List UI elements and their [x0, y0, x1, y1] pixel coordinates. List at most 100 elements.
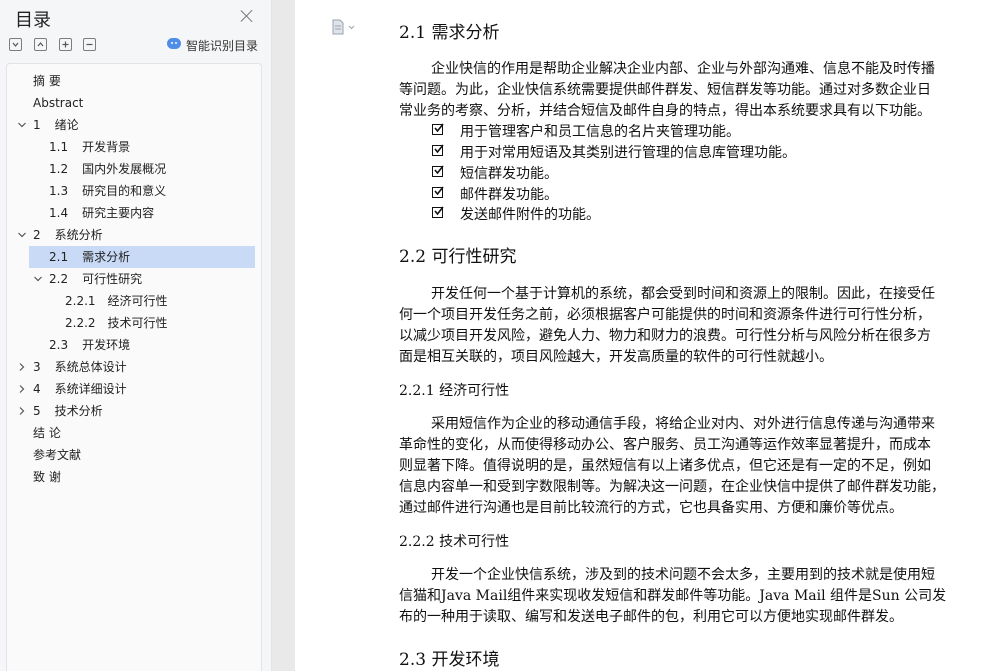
toc-item-label: 研究主要内容 — [82, 206, 155, 220]
paragraph-line: 企业快信的作用是帮助企业解决企业内部、企业与外部沟通难、信息不能及时传播 — [431, 61, 935, 77]
paragraph-line: 信息内容单一和受到字数限制等。为解决这一问题，在企业快信中提供了邮件群发功能， — [399, 479, 945, 495]
toc-item[interactable]: 致 谢 — [7, 466, 257, 488]
toc-item-number: 2.1 — [49, 250, 69, 264]
toc-item[interactable]: 参考文献 — [7, 444, 257, 466]
chevron-right-icon[interactable] — [17, 362, 27, 372]
expand-all-icon[interactable] — [9, 38, 22, 51]
list-item-text: 用于管理客户和员工信息的名片夹管理功能。 — [460, 124, 740, 140]
toc-item-label: 致 谢 — [33, 470, 61, 484]
paragraph-line: 信猫和Java Mail组件来实现收发短信和群发邮件等功能。Java Mail … — [399, 588, 947, 604]
list-item-text: 短信群发功能。 — [460, 166, 558, 182]
toc-item[interactable]: 2.1 需求分析 — [29, 246, 255, 268]
checkbox-bullet-icon — [432, 206, 444, 218]
toc-item[interactable]: 结 论 — [7, 422, 257, 444]
paragraph-line: 开发任何一个基于计算机的系统，都会受到时间和资源上的限制。因此，在接受任 — [431, 286, 935, 302]
toc-item-number: 3 — [33, 360, 41, 374]
toc-item[interactable]: 1.3 研究目的和意义 — [7, 180, 257, 202]
collapse-all-icon[interactable] — [34, 38, 47, 51]
robot-icon — [167, 38, 181, 49]
toc-item-number: 4 — [33, 382, 41, 396]
paragraph-line: 革命性的变化，从而使得移动办公、客户服务、员工沟通等运作效率显著提升，而成本 — [399, 437, 931, 453]
heading-2-1: 2.1 需求分析 — [399, 23, 500, 43]
toc-item-label: 结 论 — [33, 426, 61, 440]
toc-item[interactable]: 3 系统总体设计 — [7, 356, 257, 378]
toc-item-label: 绪论 — [54, 118, 79, 132]
toc-item-number: 2.2.2 — [65, 316, 96, 330]
remove-heading-icon[interactable] — [83, 38, 96, 51]
toc-item-label: 经济可行性 — [107, 294, 168, 308]
toc-item[interactable]: 2.2 可行性研究 — [7, 268, 257, 290]
toc-item-label: 开发环境 — [82, 338, 131, 352]
toc-item[interactable]: 4 系统详细设计 — [7, 378, 257, 400]
paragraph-line: 通过邮件进行沟通也是目前比较流行的方式，它也具备实用、方便和廉价等优点。 — [399, 500, 903, 516]
paragraph-line: 采用短信作为企业的移动通信手段，将给企业对内、对外进行信息传递与沟通带来 — [431, 416, 935, 432]
toc-item[interactable]: 1.1 开发背景 — [7, 136, 257, 158]
checkbox-bullet-icon — [432, 144, 444, 156]
nav-title: 目录 — [15, 10, 51, 31]
toc-item[interactable]: 2.2.1 经济可行性 — [7, 290, 257, 312]
toc-item[interactable]: 5 技术分析 — [7, 400, 257, 422]
toc-item[interactable]: 2.3 开发环境 — [7, 334, 257, 356]
checkbox-bullet-icon — [432, 165, 444, 177]
chevron-right-icon[interactable] — [17, 384, 27, 394]
toc-item-label: 研究目的和意义 — [82, 184, 167, 198]
toc-item[interactable]: 1.2 国内外发展概况 — [7, 158, 257, 180]
checkbox-bullet-icon — [432, 123, 444, 135]
toc-item-number: 2 — [33, 228, 41, 242]
toc-item-label: 参考文献 — [33, 448, 82, 462]
toc-item-label: 系统分析 — [54, 228, 103, 242]
toc-item[interactable]: 2 系统分析 — [7, 224, 257, 246]
checkbox-bullet-icon — [432, 186, 444, 198]
chevron-right-icon[interactable] — [17, 406, 27, 416]
toc-item-label: 摘 要 — [33, 74, 61, 88]
toc-item-label: 技术可行性 — [107, 316, 168, 330]
close-icon[interactable] — [240, 9, 254, 23]
document-icon[interactable] — [332, 19, 355, 35]
heading-2-3: 2.3 开发环境 — [399, 650, 500, 670]
toc-item-label: 技术分析 — [54, 404, 103, 418]
heading-2-2: 2.2 可行性研究 — [399, 247, 517, 267]
chevron-down-icon[interactable] — [17, 120, 27, 130]
toc-item-label: 系统详细设计 — [54, 382, 127, 396]
chevron-down-icon[interactable] — [33, 274, 43, 284]
app-window: 目录 智能识别目录 摘 要 Abstract 1 绪论 1.1 开发背景 1.2 国内外发展概… — [0, 0, 995, 671]
toc-item-number: 2.2 — [49, 272, 69, 286]
list-item-text: 用于对常用短语及其类别进行管理的信息库管理功能。 — [460, 145, 796, 161]
toc-item-number: 1.3 — [49, 184, 69, 198]
heading-2-2-2: 2.2.2 技术可行性 — [399, 534, 510, 550]
toc-item-label: 国内外发展概况 — [82, 162, 167, 176]
toc-item-label: 开发背景 — [82, 140, 131, 154]
toc-item[interactable]: 2.2.2 技术可行性 — [7, 312, 257, 334]
toc-item-label: 需求分析 — [82, 250, 131, 264]
toc-item-number: 1 — [33, 118, 41, 132]
paragraph-line: 则显著下降。值得说明的是，虽然短信有以上诸多优点，但它还是有一定的不足，例如 — [399, 458, 931, 474]
toc-item[interactable]: 摘 要 — [7, 70, 257, 92]
paragraph-line: 常业务的考察、分析，并结合短信及邮件自身的特点，得出本系统要求具有以下功能。 — [399, 103, 931, 119]
chevron-down-icon[interactable] — [17, 230, 27, 240]
paragraph-line: 开发一个企业快信系统，涉及到的技术问题不会太多，主要用到的技术就是使用短 — [431, 567, 935, 583]
toc-item[interactable]: Abstract — [7, 92, 257, 114]
toc-item-number: 2.2.1 — [65, 294, 96, 308]
toc-item-label: 可行性研究 — [82, 272, 143, 286]
navigation-pane: 目录 智能识别目录 摘 要 Abstract 1 绪论 1.1 开发背景 1.2 国内外发展概… — [0, 0, 272, 671]
paragraph-line: 何一个项目开发任务之前，必须根据客户可能提供的时间和资源条件进行可行性分析， — [399, 307, 931, 323]
toc-item-number: 1.1 — [49, 140, 69, 154]
paragraph-line: 以减少项目开发风险，避免人力、物力和财力的浪费。可行性分析与风险分析在很多方 — [399, 328, 931, 344]
toc-item-label: Abstract — [33, 96, 84, 110]
toc-item-label: 系统总体设计 — [54, 360, 127, 374]
heading-2-2-1: 2.2.1 经济可行性 — [399, 383, 510, 399]
toc-item[interactable]: 1.4 研究主要内容 — [7, 202, 257, 224]
toc-item-number: 2.3 — [49, 338, 69, 352]
toc-item-number: 1.4 — [49, 206, 69, 220]
toc-item-number: 5 — [33, 404, 41, 418]
add-heading-icon[interactable] — [59, 38, 72, 51]
paragraph-line: 布的一种用于读取、编写和发送电子邮件的包，利用它可以方便地实现邮件群发。 — [399, 609, 903, 625]
paragraph-line: 面是相互关联的，项目风险越大，开发高质量的软件的可行性就越小。 — [399, 349, 833, 365]
toc-item[interactable]: 1 绪论 — [7, 114, 257, 136]
paragraph-line: 等问题。为此，企业快信系统需要提供邮件群发、短信群发等功能。通过对多数企业日 — [399, 82, 931, 98]
toc-tree: 摘 要 Abstract 1 绪论 1.1 开发背景 1.2 国内外发展概况 1.3 研究目的和意… — [6, 63, 262, 671]
list-item-text: 邮件群发功能。 — [460, 187, 558, 203]
list-item-text: 发送邮件附件的功能。 — [460, 207, 600, 223]
smart-toc-label: 智能识别目录 — [186, 39, 259, 53]
toc-item-number: 1.2 — [49, 162, 69, 176]
